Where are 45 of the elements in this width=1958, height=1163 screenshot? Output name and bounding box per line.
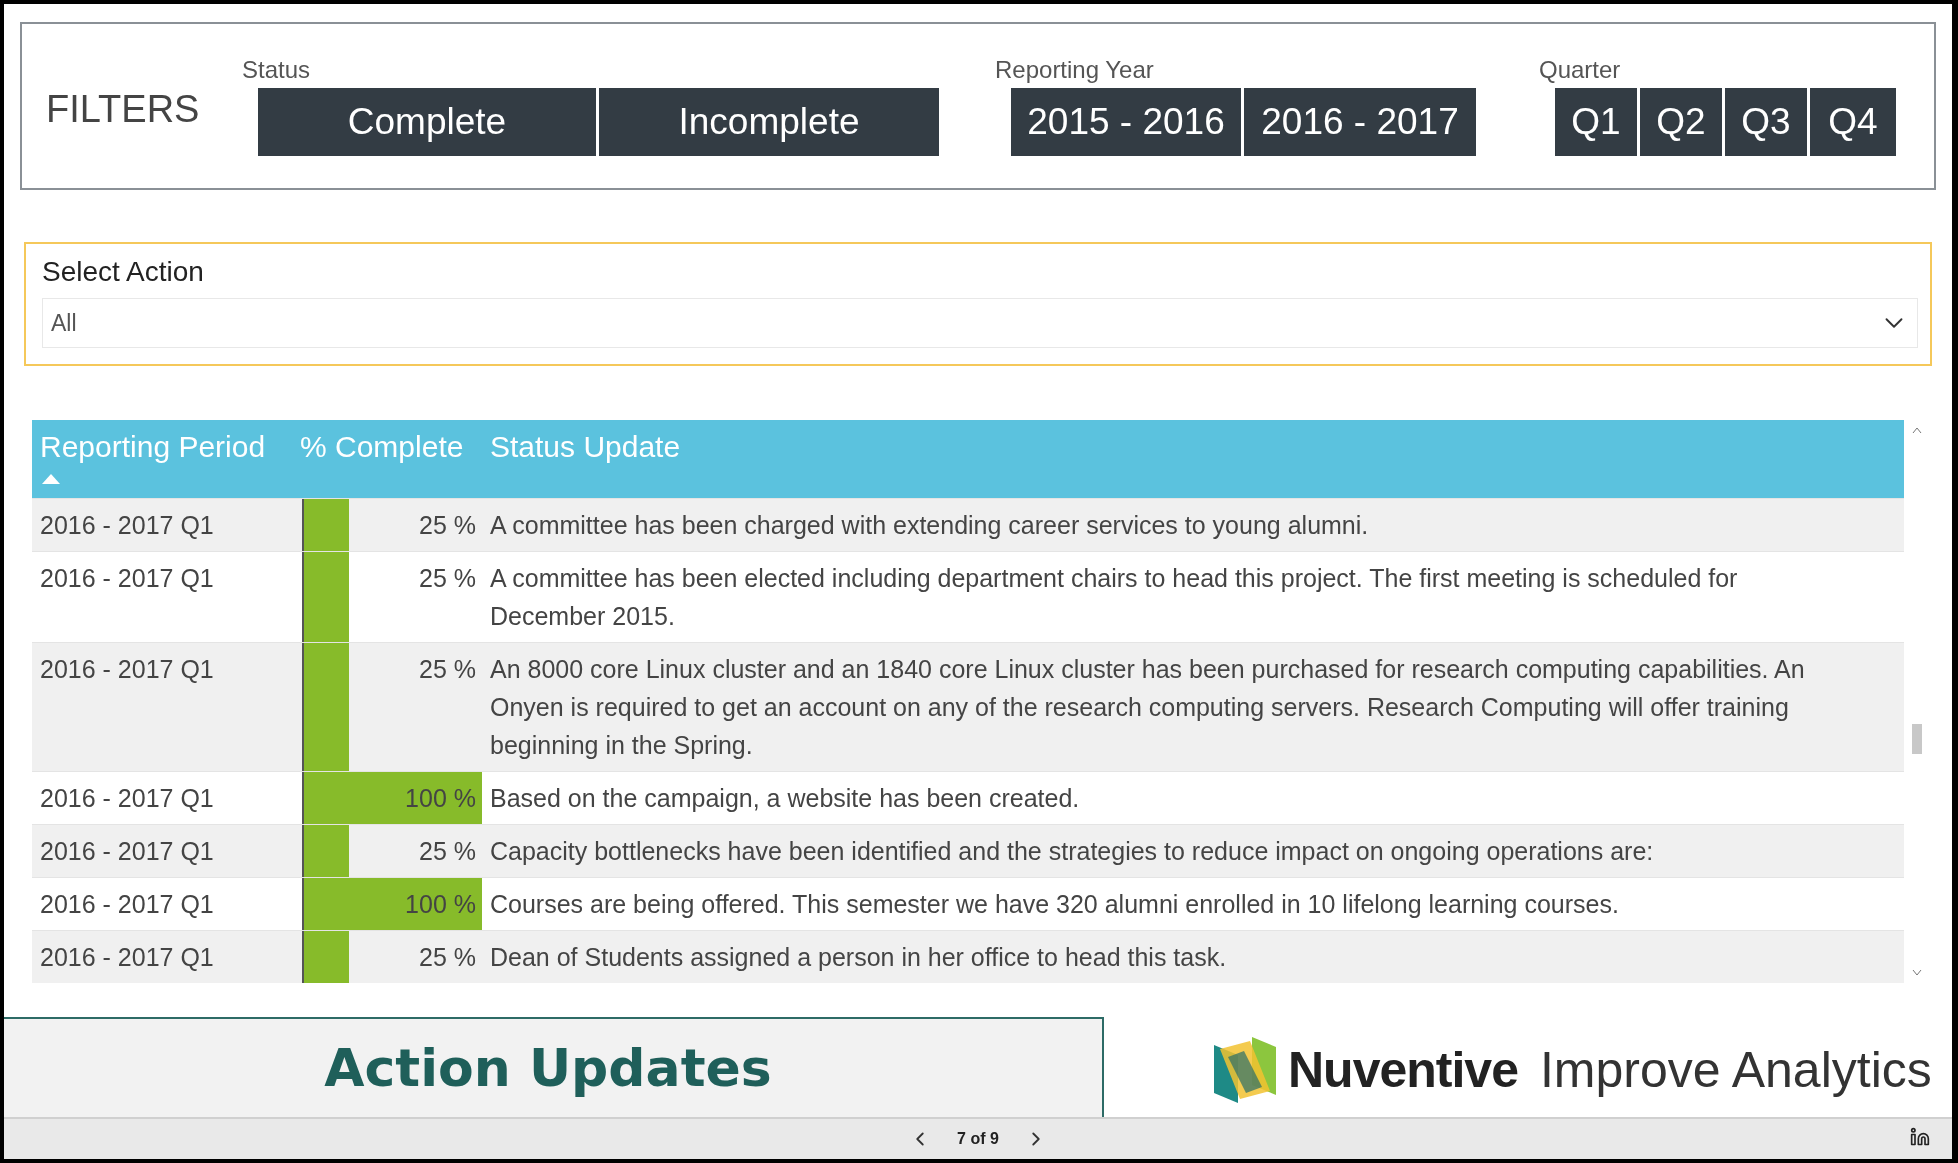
filter-button[interactable]: Q4 (1810, 88, 1896, 156)
filter-button[interactable]: Complete (258, 88, 596, 156)
action-dropdown[interactable]: All (42, 298, 1918, 348)
scroll-up-icon[interactable] (1912, 426, 1922, 434)
table-cell-text: Courses are being offered. This semester we have 320 alumni enrolled in 10 lifelong learning courses. (489, 889, 1620, 920)
filter-button[interactable]: Q1 (1555, 88, 1637, 156)
filter-button[interactable]: 2015 - 2016 (1011, 88, 1241, 156)
filter-label: Reporting Year (995, 56, 1155, 84)
percent-text: 25 % (419, 654, 477, 685)
percent-text: 25 % (419, 563, 477, 594)
filter-label: Quarter (1539, 56, 1622, 84)
percent-text: 100 % (405, 783, 477, 814)
table-cell-text: 2016 - 2017 Q1 (39, 654, 215, 685)
filter-button[interactable]: Q2 (1640, 88, 1722, 156)
table-cell-text: Capacity bottlenecks have been identified and the strategies to reduce impact on ongoing operations are: (489, 836, 1655, 867)
table-cell-text: A committee has been elected including department chairs to head this project. The first meeting is scheduled for December 2015. (489, 563, 1739, 632)
table-cell-text: 2016 - 2017 Q1 (39, 942, 215, 973)
percent-text: 25 % (419, 942, 477, 973)
percent-text: 25 % (419, 836, 477, 867)
filter-button[interactable]: 2016 - 2017 (1244, 88, 1476, 156)
filter-label: Status (242, 56, 312, 84)
page-indicator: 7 of 9 (957, 1130, 999, 1148)
table-cell-text: Dean of Students assigned a person in her office to head this task. (489, 942, 1228, 973)
sort-icon (42, 474, 60, 484)
brand-name: Nuventive (1288, 1041, 1518, 1099)
table-cell-text: 2016 - 2017 Q1 (39, 510, 215, 541)
table-cell-text: 2016 - 2017 Q1 (39, 783, 215, 814)
scrollbar-thumb[interactable] (1912, 724, 1922, 754)
table-cell-text: 2016 - 2017 Q1 (39, 889, 215, 920)
table-cell-text: 2016 - 2017 Q1 (39, 836, 215, 867)
linkedin-icon[interactable] (1910, 1127, 1930, 1147)
percent-text: 25 % (419, 510, 477, 541)
table-cell-text: An 8000 core Linux cluster and an 1840 core Linux cluster has been purchased for research computing capabilities. An Onyen is required to get an account on any of the research computing servers. Research Computing will offer training beginning in the Spring. (489, 654, 1806, 761)
scroll-down-icon[interactable] (1912, 969, 1922, 977)
page-title: Action Updates (324, 1038, 772, 1098)
product-name: Improve Analytics (1539, 1041, 1932, 1099)
select-label: Select Action (42, 256, 205, 288)
filter-button[interactable]: Incomplete (599, 88, 939, 156)
table-cell-text: A committee has been charged with extending career services to young alumni. (489, 510, 1370, 541)
table-cell-text: Based on the campaign, a website has been created. (489, 783, 1081, 814)
table-cell-text: 2016 - 2017 Q1 (39, 563, 215, 594)
logo-icon (1214, 1037, 1276, 1103)
percent-text: 100 % (405, 889, 477, 920)
filters-title: FILTERS (46, 87, 201, 131)
filter-button[interactable]: Q3 (1725, 88, 1807, 156)
